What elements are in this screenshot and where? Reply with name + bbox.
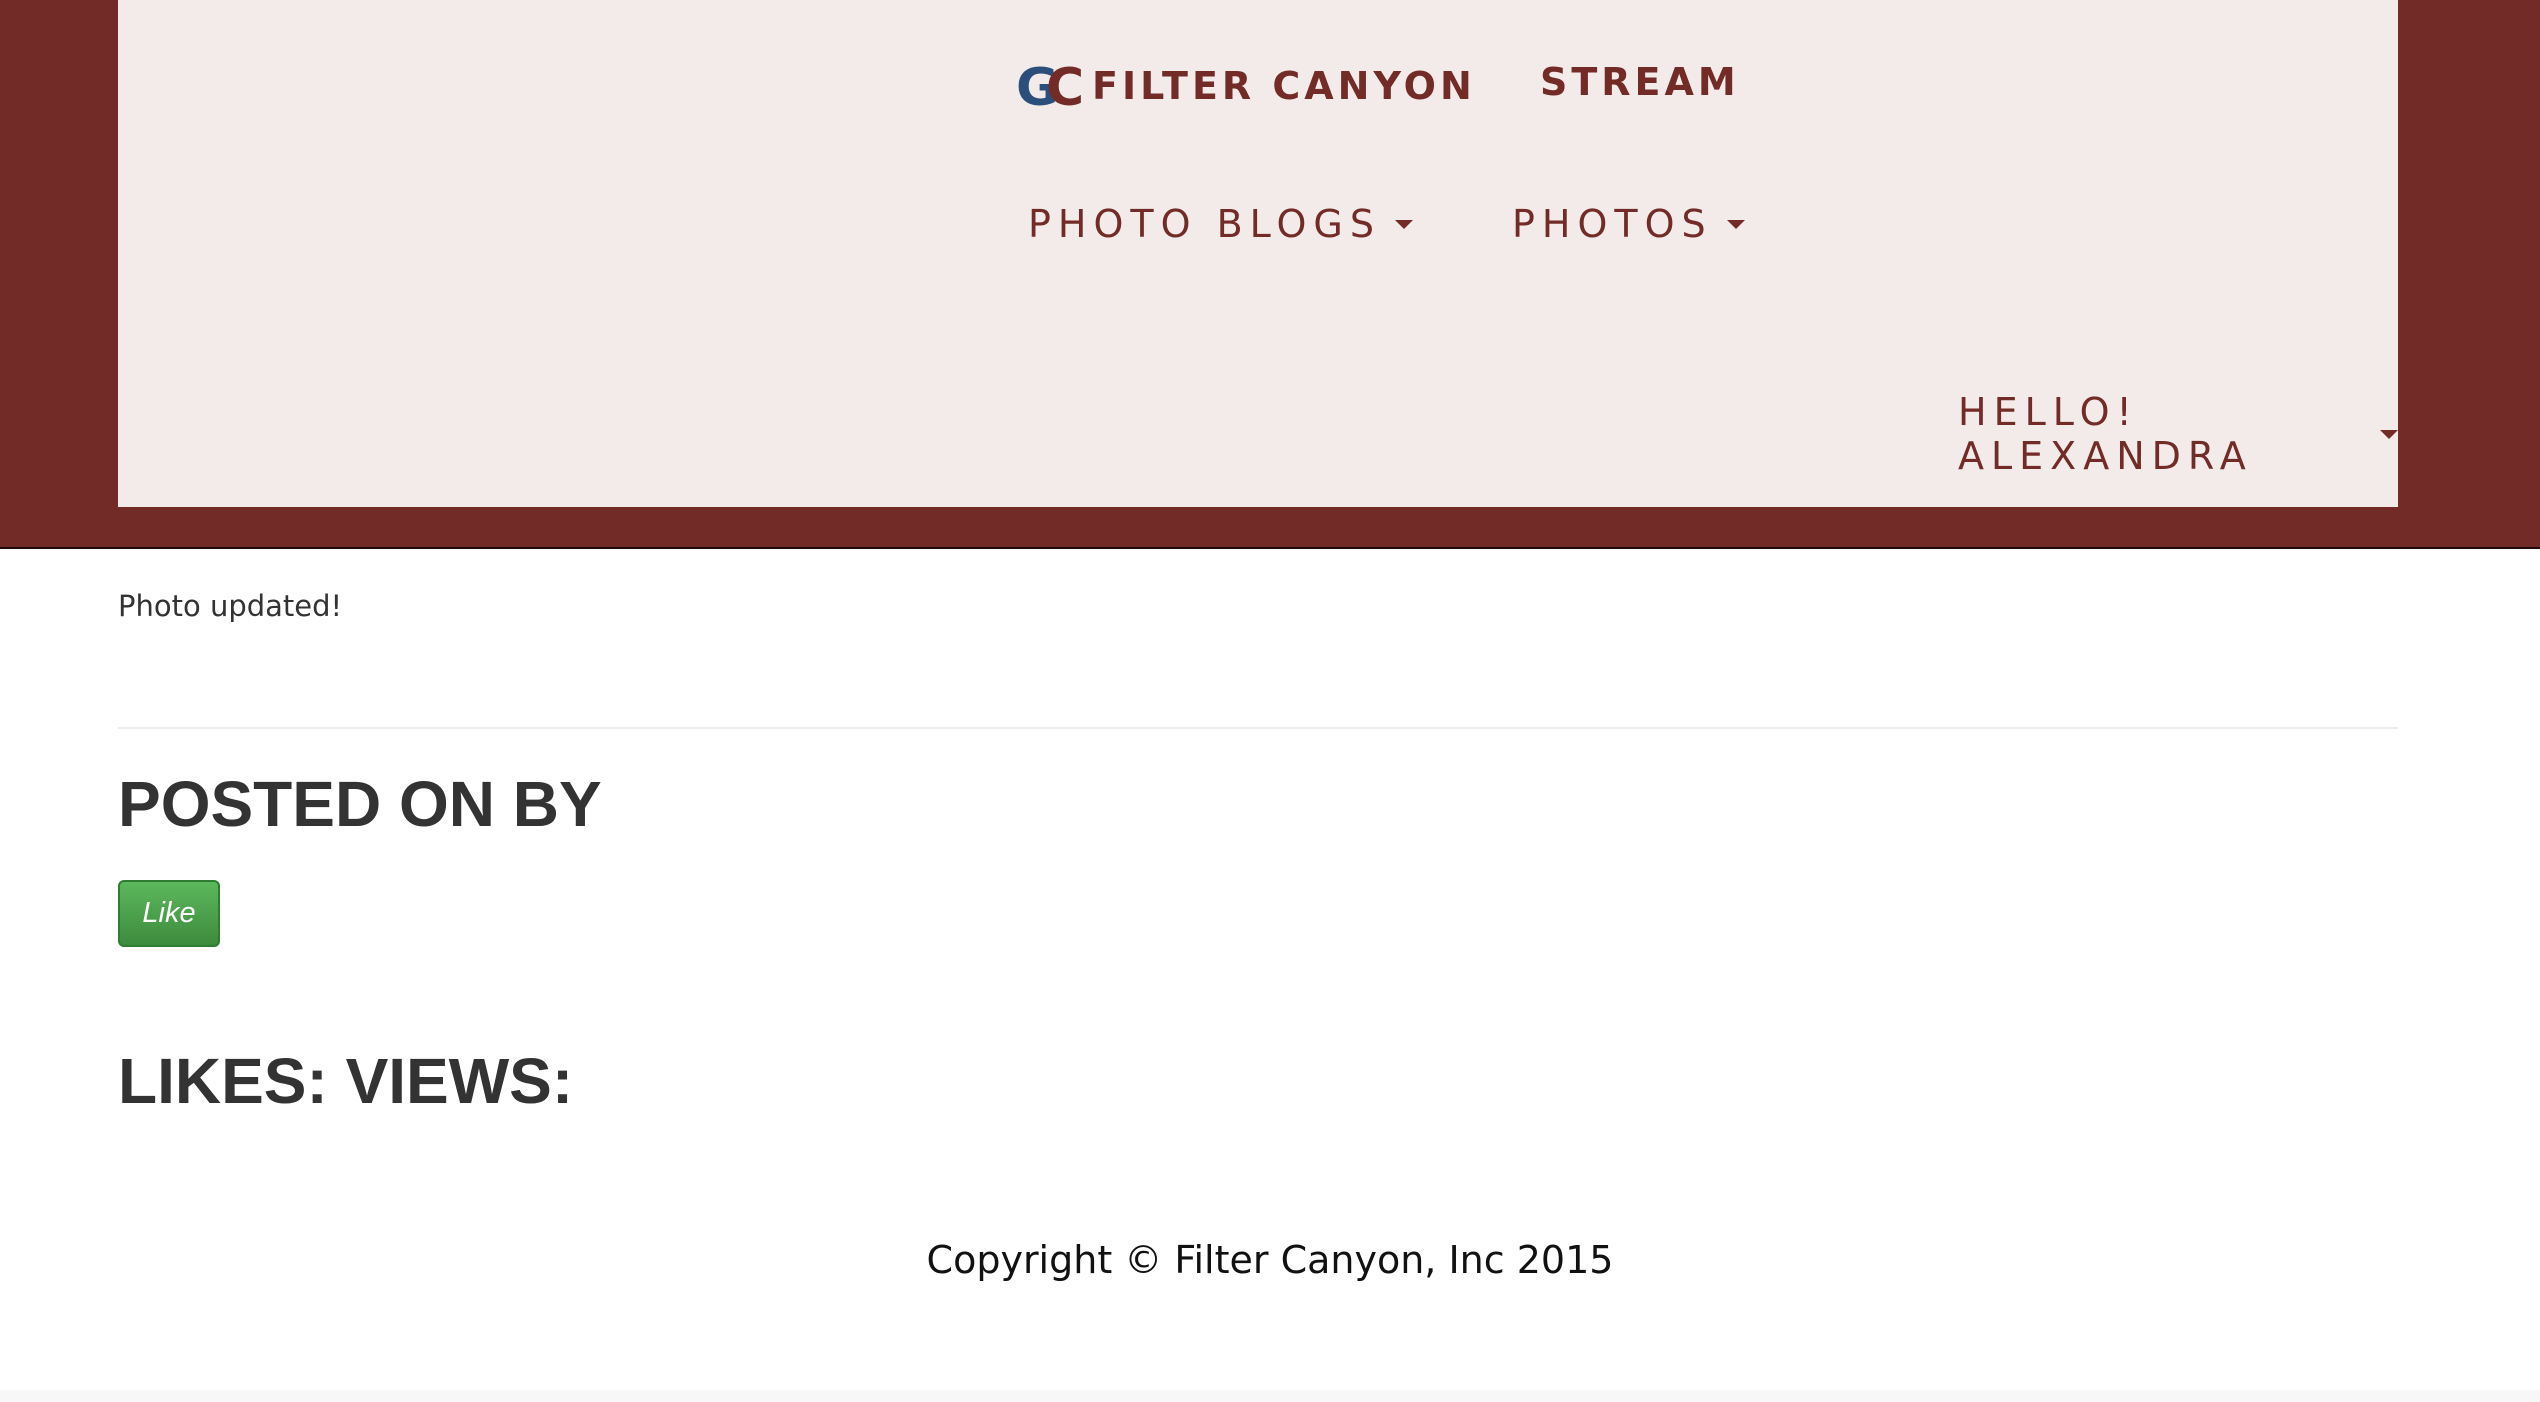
photos-dropdown[interactable]: PHOTOS [1512,202,1745,246]
brand-link[interactable]: G C FILTER CANYON [1016,58,1476,114]
stream-link[interactable]: STREAM [1540,60,1740,104]
flash-message: Photo updated! [118,589,343,623]
filter-canyon-logo-icon: G C [1016,58,1084,114]
header-panel: G C FILTER CANYON STREAM PHOTO BLOGS PHO… [118,0,2398,507]
caret-down-icon [1394,219,1413,229]
photos-label: PHOTOS [1512,202,1713,246]
photo-blogs-label: PHOTO BLOGS [1028,202,1381,246]
divider [118,727,2398,729]
caret-down-icon [2380,429,2398,439]
user-greeting: HELLO! ALEXANDRA [1958,390,2253,478]
photo-blogs-dropdown[interactable]: PHOTO BLOGS [1028,202,1413,246]
like-button[interactable]: Like [118,880,220,947]
posted-heading: POSTED ON BY [118,768,602,840]
likes-views-heading: LIKES: VIEWS: [118,1045,574,1117]
main-content: Photo updated! POSTED ON BY Like LIKES: … [0,549,2540,1390]
brand-name: FILTER CANYON [1092,64,1476,108]
svg-text:C: C [1046,58,1084,114]
user-menu-dropdown[interactable]: HELLO! ALEXANDRA [1958,390,2398,478]
header-band: G C FILTER CANYON STREAM PHOTO BLOGS PHO… [0,0,2540,549]
caret-down-icon [1726,219,1745,229]
footer-copyright: Copyright © Filter Canyon, Inc 2015 [926,1238,1614,1282]
page: G C FILTER CANYON STREAM PHOTO BLOGS PHO… [0,0,2540,1402]
